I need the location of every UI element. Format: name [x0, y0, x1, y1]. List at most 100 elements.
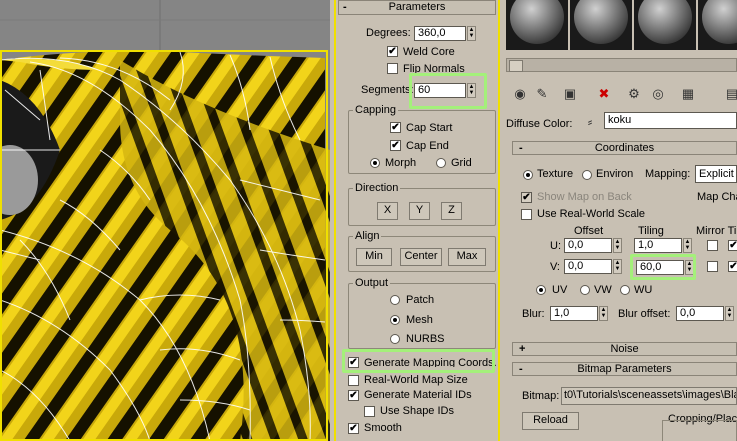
sample-slot-1[interactable]: [506, 0, 570, 50]
shape-ids-label: Use Shape IDs: [380, 405, 454, 417]
blur-field[interactable]: 1,0: [550, 306, 598, 321]
material-ids-checkbox[interactable]: ✔: [348, 390, 359, 401]
u-offset-spinner[interactable]: ▲ ▼: [613, 238, 622, 253]
mapping-dropdown[interactable]: Explicit M: [695, 165, 737, 183]
material-ids-label: Generate Material IDs: [364, 389, 472, 401]
environ-label: Environ: [596, 168, 634, 180]
perspective-viewport[interactable]: [0, 0, 330, 441]
map-channel-label: Map Cha: [697, 191, 737, 203]
v-offset-spinner[interactable]: ▲ ▼: [613, 259, 622, 274]
sample-slot-4[interactable]: [698, 0, 737, 50]
diffuse-map-field[interactable]: koku: [604, 112, 737, 129]
texture-radio[interactable]: [523, 170, 533, 180]
morph-radio[interactable]: [370, 158, 380, 168]
direction-title: Direction: [353, 182, 401, 194]
get-material-icon[interactable]: ◉: [510, 84, 530, 104]
shape-ids-checkbox[interactable]: [364, 406, 375, 417]
degrees-spinner[interactable]: ▲ ▼: [467, 26, 476, 41]
v-tiling-highlight: [630, 254, 696, 280]
blur-offset-label: Blur offset:: [618, 308, 671, 320]
command-panel: - Parameters Degrees: 360,0 ▲ ▼ ✔ Weld Co…: [334, 0, 500, 441]
delete-icon[interactable]: ✖: [594, 84, 614, 104]
u-tiling-field[interactable]: 1,0: [634, 238, 682, 253]
bitmap-label: Bitmap:: [522, 390, 560, 402]
eyedropper-icon[interactable]: ⸗: [582, 112, 598, 132]
collapse-icon: -: [343, 1, 347, 13]
environ-radio[interactable]: [582, 170, 592, 180]
scrollbar-thumb[interactable]: [509, 60, 523, 72]
smooth-checkbox[interactable]: ✔: [348, 423, 359, 434]
align-max-button[interactable]: Max: [448, 248, 486, 266]
show-map-icon[interactable]: ▦: [678, 84, 698, 104]
cap-end-checkbox[interactable]: ✔: [390, 140, 401, 151]
v-tile-checkbox[interactable]: ✔: [728, 261, 737, 272]
direction-z-button[interactable]: Z: [441, 202, 462, 220]
degrees-field[interactable]: 360,0: [414, 26, 466, 41]
bitmap-path-button[interactable]: t0\Tutorials\sceneassets\images\Blac: [561, 387, 737, 405]
bitmap-title: Bitmap Parameters: [577, 363, 672, 375]
show-end-result-icon[interactable]: ▤: [722, 84, 737, 104]
blur-offset-field[interactable]: 0,0: [676, 306, 724, 321]
uv-radio[interactable]: [536, 285, 546, 295]
bitmap-rollout-header[interactable]: - Bitmap Parameters: [512, 362, 737, 376]
grid-radio[interactable]: [436, 158, 446, 168]
patch-label: Patch: [406, 294, 435, 306]
u-offset-field[interactable]: 0,0: [564, 238, 612, 253]
segments-highlight: [409, 73, 487, 109]
cap-start-checkbox[interactable]: ✔: [390, 122, 401, 133]
offset-label: Offset: [574, 225, 604, 237]
real-world-scale-checkbox[interactable]: [521, 209, 532, 220]
nurbs-label: NURBS: [406, 333, 445, 345]
generate-mapping-highlight: [342, 349, 495, 373]
align-center-button[interactable]: Center: [400, 248, 442, 266]
noise-rollout-header[interactable]: + Noise: [512, 342, 737, 356]
show-map-on-back-checkbox[interactable]: ✔: [521, 192, 532, 203]
nurbs-radio[interactable]: [390, 334, 400, 344]
tiling-label: Tiling: [638, 225, 664, 237]
make-unique-icon[interactable]: ⚙: [624, 84, 644, 104]
cropping-group: [662, 420, 737, 441]
weld-core-checkbox[interactable]: ✔: [387, 46, 398, 57]
v-offset-field[interactable]: 0,0: [564, 259, 612, 274]
u-tile-checkbox[interactable]: ✔: [728, 240, 737, 251]
u-mirror-checkbox[interactable]: [707, 240, 718, 251]
mirror-tile-label: Mirror Til: [696, 225, 737, 237]
cap-end-label: Cap End: [406, 140, 449, 152]
v-mirror-checkbox[interactable]: [707, 261, 718, 272]
assign-material-icon[interactable]: ▣: [560, 84, 580, 104]
noise-title: Noise: [610, 343, 639, 355]
smooth-label: Smooth: [364, 422, 402, 434]
show-map-on-back-label: Show Map on Back: [537, 191, 632, 203]
real-world-map-checkbox[interactable]: [348, 375, 359, 386]
vw-radio[interactable]: [580, 285, 590, 295]
diffuse-color-label: Diffuse Color:: [506, 118, 573, 130]
mesh-label: Mesh: [406, 314, 433, 326]
flip-normals-checkbox[interactable]: [387, 63, 398, 74]
wu-radio[interactable]: [620, 285, 630, 295]
coordinates-rollout-header[interactable]: - Coordinates: [512, 141, 737, 155]
cap-start-label: Cap Start: [406, 122, 453, 134]
vw-label: VW: [594, 284, 612, 296]
align-min-button[interactable]: Min: [356, 248, 392, 266]
blur-offset-spinner[interactable]: ▲ ▼: [725, 306, 734, 321]
put-to-scene-icon[interactable]: ✎: [532, 84, 552, 104]
parameters-rollout-header[interactable]: - Parameters: [338, 0, 496, 15]
sample-scrollbar[interactable]: [506, 58, 737, 72]
direction-y-button[interactable]: Y: [409, 202, 430, 220]
weld-core-label: Weld Core: [403, 46, 455, 58]
segments-label: Segments:: [361, 84, 414, 96]
sample-slot-3[interactable]: [634, 0, 698, 50]
texture-label: Texture: [537, 168, 574, 180]
u-tiling-spinner[interactable]: ▲ ▼: [683, 238, 692, 253]
patch-radio[interactable]: [390, 295, 400, 305]
material-editor: ◉ ✎ ▣ ✖ ⚙ ◎ ▦ ▤ Diffuse Color: ⸗ koku - …: [502, 0, 737, 441]
real-world-scale-label: Use Real-World Scale: [537, 208, 646, 220]
direction-x-button[interactable]: X: [377, 202, 398, 220]
put-to-library-icon[interactable]: ◎: [648, 84, 668, 104]
blur-spinner[interactable]: ▲ ▼: [599, 306, 608, 321]
sample-slot-2[interactable]: [570, 0, 634, 50]
mesh-radio[interactable]: [390, 315, 400, 325]
real-world-map-label: Real-World Map Size: [364, 374, 468, 386]
reload-button[interactable]: Reload: [522, 412, 579, 430]
morph-label: Morph: [385, 157, 417, 169]
